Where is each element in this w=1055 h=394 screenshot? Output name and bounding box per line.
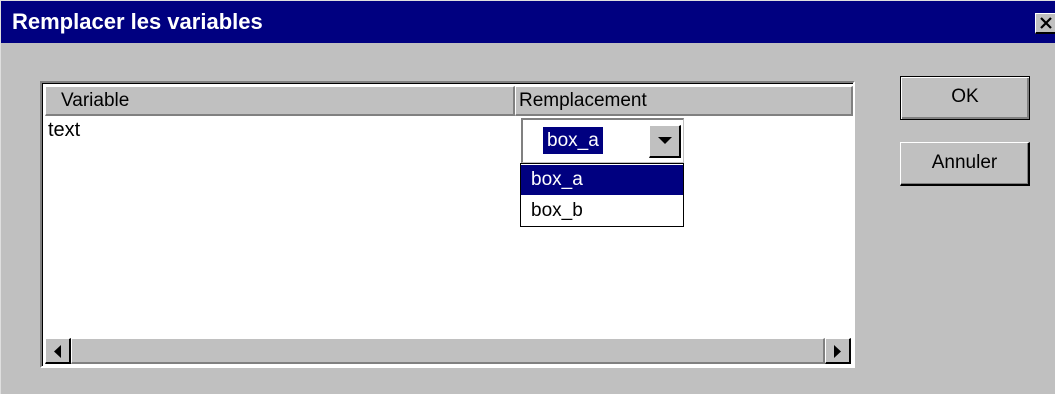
horizontal-scrollbar[interactable] <box>45 338 851 364</box>
combo-dropdown-button[interactable] <box>649 125 681 158</box>
ok-button[interactable]: OK <box>900 76 1030 120</box>
column-header-variable[interactable]: Variable <box>45 86 515 116</box>
replacement-selected-value: box_a <box>543 127 603 154</box>
variables-list[interactable]: Variable Remplacement <box>40 81 855 368</box>
variable-cell[interactable]: text <box>48 118 80 142</box>
replace-variables-dialog: Remplacer les variables Variable Remplac… <box>0 0 1055 394</box>
scrollbar-thumb[interactable] <box>71 338 825 364</box>
scroll-right-button[interactable] <box>825 338 851 364</box>
replacement-dropdown-list[interactable]: box_a box_b <box>520 163 684 227</box>
dialog-title: Remplacer les variables <box>12 9 263 34</box>
scroll-left-button[interactable] <box>45 338 71 364</box>
cancel-button[interactable]: Annuler <box>900 142 1030 186</box>
list-header: Variable Remplacement <box>45 86 853 116</box>
dropdown-option-box-a[interactable]: box_a <box>521 165 683 195</box>
close-button[interactable] <box>1035 13 1055 34</box>
replacement-combobox[interactable]: box_a <box>521 118 684 163</box>
dropdown-option-box-b[interactable]: box_b <box>521 196 683 226</box>
title-bar[interactable]: Remplacer les variables <box>1 1 1055 43</box>
column-header-replacement[interactable]: Remplacement <box>515 86 853 116</box>
